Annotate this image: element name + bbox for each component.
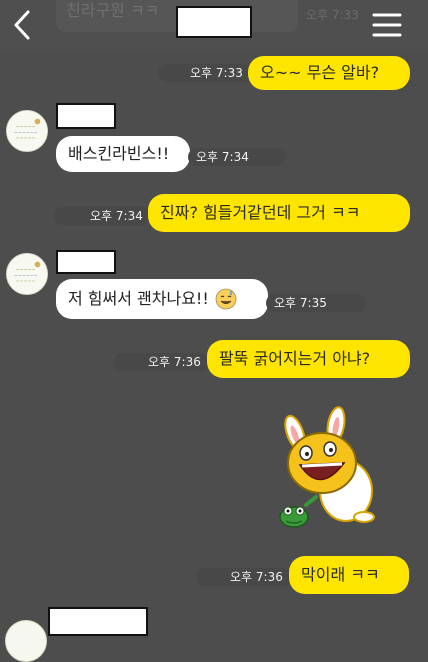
my-message-bubble[interactable]: 오~~ 무슨 알바? <box>248 56 410 90</box>
chat-title-redacted <box>176 6 252 38</box>
message-time: 오후 7:35 <box>266 294 366 312</box>
menu-button[interactable] <box>370 10 404 40</box>
message-time: 오후 7:36 <box>114 353 210 371</box>
friend-name-redacted <box>56 103 116 129</box>
friend-avatar[interactable]: ~~~~~ ~~~~~~ ~~~~~ <box>6 253 48 295</box>
chat-header: 친라구원 ㅋㅋ 오후 7:33 <box>0 0 428 50</box>
svg-text:~~~~~~: ~~~~~~ <box>14 131 38 136</box>
message-time: 오후 7:33 <box>158 64 252 82</box>
friend-name-redacted <box>56 250 116 274</box>
message-time: 오후 7:36 <box>196 568 292 586</box>
profile-picture: ~~~~~ ~~~~~~ ~~~~~ <box>7 111 47 151</box>
sweat-smile-emoji-icon <box>215 288 237 310</box>
partial-message-time: 오후 7:33 <box>306 8 359 22</box>
message-time: 오후 7:34 <box>54 207 150 225</box>
message-time: 오후 7:34 <box>188 148 286 166</box>
friend-message-bubble[interactable]: 저 힘써서 괜차나요!! <box>56 279 268 319</box>
back-button[interactable] <box>8 6 42 44</box>
friend-avatar[interactable]: ~~~~~ ~~~~~~ ~~~~~ <box>6 110 48 152</box>
svg-text:~~~~~: ~~~~~ <box>16 125 36 130</box>
chevron-left-icon <box>14 10 30 40</box>
friend-avatar[interactable] <box>5 620 47 662</box>
hamburger-menu-icon <box>372 13 402 37</box>
my-message-bubble[interactable]: 막이래 ㅋㅋ <box>289 556 409 594</box>
svg-text:~~~~~: ~~~~~ <box>16 137 36 142</box>
svg-text:~~~~~: ~~~~~ <box>16 280 36 285</box>
message-text: 저 힘써서 괜차나요!! <box>68 289 209 308</box>
my-message-bubble[interactable]: 진짜? 힘들거같던데 그거 ㅋㅋ <box>148 194 410 232</box>
kakao-muzi-with-frog-sticker[interactable] <box>270 405 390 545</box>
my-message-bubble[interactable]: 팔뚝 굵어지는거 아냐? <box>207 340 410 378</box>
profile-picture: ~~~~~ ~~~~~~ ~~~~~ <box>7 254 47 294</box>
friend-name-redacted <box>48 607 148 636</box>
svg-text:~~~~~~: ~~~~~~ <box>14 274 38 279</box>
svg-text:~~~~~: ~~~~~ <box>16 268 36 273</box>
friend-message-bubble[interactable]: 배스킨라빈스!! <box>56 136 190 172</box>
